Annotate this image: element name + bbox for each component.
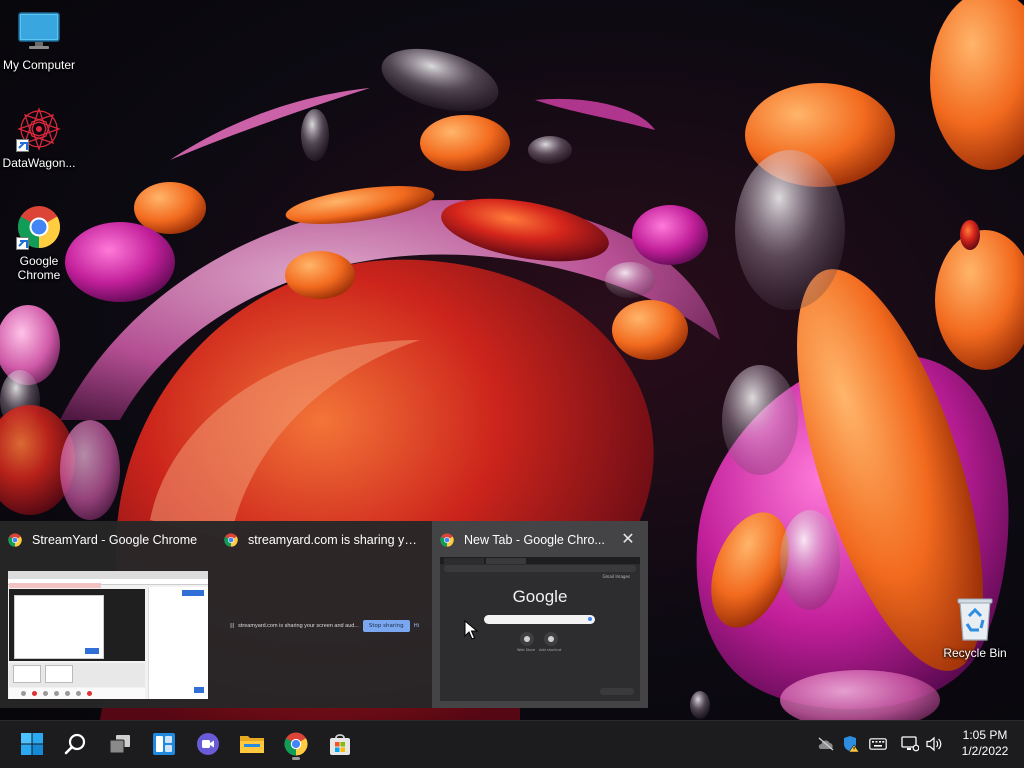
onedrive-icon[interactable] (817, 736, 835, 752)
chrome-icon (16, 204, 62, 250)
recycle-bin-icon (952, 596, 998, 642)
chrome-icon (284, 732, 308, 756)
desktop-icon-datawagon[interactable]: DataWagon... (0, 106, 78, 170)
chat-icon (197, 733, 219, 755)
chrome-icon (224, 533, 238, 547)
desktop-icon-label: Recycle Bin (943, 646, 1007, 660)
window-preview-title: StreamYard - Google Chrome (32, 533, 198, 547)
chat-button[interactable] (188, 726, 228, 762)
window-preview-title: New Tab - Google Chro... (464, 533, 605, 547)
clock-time: 1:05 PM (962, 728, 1008, 742)
volume-icon[interactable] (925, 736, 943, 752)
task-view-button[interactable] (100, 726, 140, 762)
system-clock[interactable]: 1:05 PM 1/2/2022 (948, 727, 1022, 759)
store-icon (330, 734, 350, 755)
window-preview-header: New Tab - Google Chro... (432, 521, 648, 559)
start-button[interactable] (12, 726, 52, 762)
search-button[interactable] (56, 726, 96, 762)
pause-icon: II (230, 622, 235, 630)
taskbar-thumbnail-preview: StreamYard - Google Chrome streamyard.co… (0, 521, 648, 708)
desktop-icon-my-computer[interactable]: My Computer (0, 8, 78, 72)
stop-sharing-button: Stop sharing (362, 620, 410, 632)
shortcut-label: Web Store (517, 648, 535, 652)
window-preview-header: streamyard.com is sharing yo... (216, 521, 432, 559)
task-view-icon (109, 735, 130, 754)
new-tab-search-box (484, 615, 595, 624)
window-preview-thumbnail: II streamyard.com is sharing your screen… (224, 571, 424, 699)
desktop-icon-google-chrome[interactable]: Google Chrome (0, 204, 78, 282)
shortcut-arrow-icon (16, 237, 29, 250)
desktop-icon-recycle-bin[interactable]: Recycle Bin (936, 596, 1014, 660)
mouse-cursor-icon (464, 620, 478, 640)
close-icon[interactable]: ✕ (620, 531, 636, 547)
chrome-icon (440, 533, 454, 547)
shortcut-label: Add shortcut (539, 648, 562, 652)
new-tab-links: Gmail Images (602, 574, 630, 579)
chrome-icon (8, 533, 22, 547)
sharing-message: streamyard.com is sharing your screen an… (238, 623, 359, 629)
shortcut-arrow-icon (16, 139, 29, 152)
datawagon-icon (16, 106, 62, 152)
hide-button: Hi (413, 623, 420, 629)
search-icon (64, 733, 86, 755)
taskbar-chrome-button[interactable] (276, 726, 316, 762)
file-explorer-button[interactable] (232, 726, 272, 762)
google-logo: Google (512, 587, 568, 606)
security-icon[interactable] (842, 736, 860, 753)
microsoft-store-button[interactable] (320, 726, 360, 762)
window-preview-thumbnail (8, 571, 208, 699)
clock-date: 1/2/2022 (961, 744, 1009, 758)
widgets-button[interactable] (144, 726, 184, 762)
folder-icon (240, 736, 264, 753)
desktop-icon-label: My Computer (2, 58, 76, 72)
network-icon[interactable] (901, 736, 919, 752)
window-preview-title: streamyard.com is sharing yo... (248, 533, 420, 547)
window-preview-sharing[interactable]: streamyard.com is sharing yo... II strea… (216, 521, 432, 708)
window-preview-header: StreamYard - Google Chrome (0, 521, 216, 559)
widgets-icon (153, 733, 175, 755)
keyboard-icon[interactable] (869, 736, 887, 752)
monitor-icon (16, 8, 62, 54)
windows-start-icon (21, 733, 43, 755)
window-preview-new-tab[interactable]: New Tab - Google Chro... ✕ Gmail Images … (432, 521, 648, 708)
window-preview-streamyard[interactable]: StreamYard - Google Chrome (0, 521, 216, 708)
desktop-icon-label: DataWagon... (2, 156, 76, 170)
desktop-icon-label: Google Chrome (17, 254, 61, 282)
